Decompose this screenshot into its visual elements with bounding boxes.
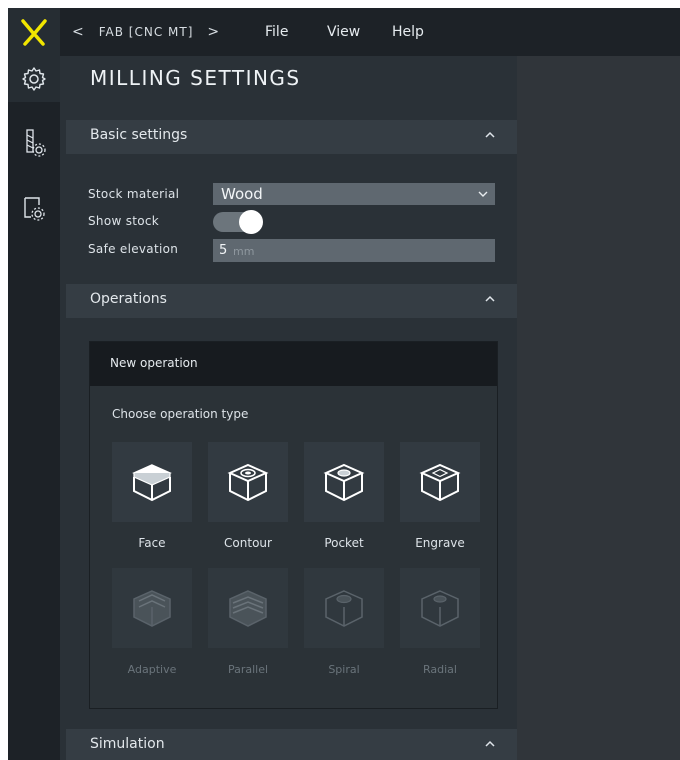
stock-settings-icon xyxy=(24,197,45,221)
menu-view[interactable]: View xyxy=(327,8,360,56)
safe-elevation-label: Safe elevation xyxy=(88,242,179,256)
breadcrumb-prev-button[interactable]: < xyxy=(72,24,85,40)
face-op-icon xyxy=(132,464,172,502)
page-title: MILLING SETTINGS xyxy=(90,66,301,90)
stock-material-label: Stock material xyxy=(88,187,180,201)
engrave-op-icon xyxy=(419,463,461,502)
section-title: Simulation xyxy=(90,736,165,752)
section-title: Operations xyxy=(90,291,167,307)
toggle-knob xyxy=(239,210,263,234)
viewport-canvas[interactable] xyxy=(517,56,680,760)
show-stock-label: Show stock xyxy=(88,214,160,228)
radial-op-icon xyxy=(421,590,459,627)
op-label-engrave: Engrave xyxy=(415,536,465,550)
breadcrumb-next-button[interactable]: > xyxy=(207,24,220,40)
pocket-op-icon xyxy=(323,463,365,502)
chevron-up-icon[interactable] xyxy=(483,292,497,306)
op-label-radial: Radial xyxy=(423,663,457,676)
section-basic-settings-header[interactable]: Basic settings xyxy=(66,120,517,154)
menu-file[interactable]: File xyxy=(265,8,288,56)
choose-operation-type-label: Choose operation type xyxy=(112,407,249,421)
op-tile-spiral xyxy=(304,568,384,648)
left-rail xyxy=(8,56,60,760)
op-tile-pocket[interactable] xyxy=(304,442,384,522)
op-tile-radial xyxy=(400,568,480,648)
op-label-contour: Contour xyxy=(224,536,272,550)
op-tile-engrave[interactable] xyxy=(400,442,480,522)
show-stock-toggle[interactable] xyxy=(213,210,263,234)
stock-material-value: Wood xyxy=(221,185,263,203)
section-title: Basic settings xyxy=(90,127,188,143)
safe-elevation-input[interactable]: 5 mm xyxy=(213,239,495,262)
breadcrumb-machine-label[interactable]: FAB [CNC MT] xyxy=(99,25,194,39)
op-label-spiral: Spiral xyxy=(328,663,360,676)
section-operations-header[interactable]: Operations xyxy=(66,284,517,318)
rail-tool-settings[interactable] xyxy=(8,120,60,166)
adaptive-op-icon xyxy=(133,590,171,627)
op-tile-face[interactable] xyxy=(112,442,192,522)
app-window: < FAB [CNC MT] > File View Help MILLING … xyxy=(8,8,680,760)
safe-elevation-value: 5 xyxy=(219,243,228,258)
x-logo-icon xyxy=(21,19,47,46)
op-tile-parallel xyxy=(208,568,288,648)
new-operation-title: New operation xyxy=(110,356,198,370)
menu-help[interactable]: Help xyxy=(392,8,424,56)
op-label-pocket: Pocket xyxy=(324,536,364,550)
new-operation-header: New operation xyxy=(90,342,497,386)
settings-gear-icon xyxy=(22,67,46,91)
top-bar: < FAB [CNC MT] > File View Help xyxy=(8,8,680,56)
op-label-face: Face xyxy=(138,536,166,550)
new-operation-dialog: New operation Choose operation type Face… xyxy=(89,341,498,709)
rail-stock-settings[interactable] xyxy=(8,186,60,232)
chevron-up-icon[interactable] xyxy=(483,737,497,751)
spiral-op-icon xyxy=(325,590,363,627)
rail-milling-settings[interactable] xyxy=(8,56,60,102)
chevron-down-icon xyxy=(478,191,488,197)
op-tile-contour[interactable] xyxy=(208,442,288,522)
app-logo[interactable] xyxy=(8,8,60,56)
safe-elevation-unit: mm xyxy=(233,245,255,258)
op-label-adaptive: Adaptive xyxy=(127,663,177,676)
chevron-up-icon[interactable] xyxy=(483,128,497,142)
section-simulation-header[interactable]: Simulation xyxy=(66,729,517,760)
contour-op-icon xyxy=(227,463,269,502)
tool-settings-icon xyxy=(26,129,46,157)
parallel-op-icon xyxy=(229,590,267,627)
op-tile-adaptive xyxy=(112,568,192,648)
breadcrumb: < FAB [CNC MT] > xyxy=(72,8,220,56)
stock-material-select[interactable]: Wood xyxy=(213,183,495,205)
op-label-parallel: Parallel xyxy=(227,663,269,676)
settings-panel: MILLING SETTINGS Basic settings Stock ma… xyxy=(60,56,517,760)
